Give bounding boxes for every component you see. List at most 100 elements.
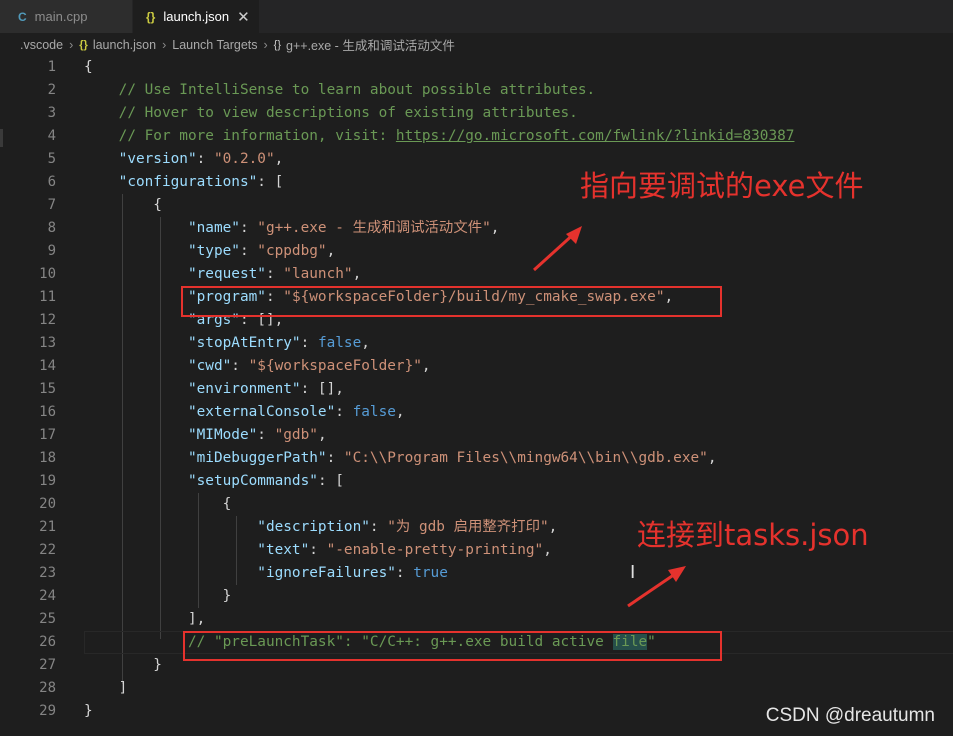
code-text: { [84, 56, 93, 79]
breadcrumb-file[interactable]: launch.json [93, 38, 156, 52]
tab-launch-json[interactable]: {} launch.json ✕ [133, 0, 259, 33]
code-token: true [413, 565, 448, 581]
code-token: , [317, 427, 327, 443]
close-icon[interactable]: ✕ [237, 8, 250, 26]
code-line[interactable]: 3 // Hover to view descriptions of exist… [0, 102, 953, 125]
code-token: : [300, 335, 318, 351]
code-text: "request": "launch", [84, 263, 361, 286]
code-text: "description": "为 gdb 启用整齐打印", [84, 516, 557, 539]
code-line[interactable]: 1{ [0, 56, 953, 79]
prelaunch-highlight-box [183, 631, 722, 661]
code-text: "type": "cppdbg", [84, 240, 335, 263]
watermark: CSDN @dreautumn [765, 705, 935, 726]
line-number: 23 [39, 565, 56, 581]
line-number: 5 [47, 151, 56, 167]
code-token: "0.2.0" [213, 151, 275, 167]
code-text: "ignoreFailures": true [84, 562, 448, 585]
json-file-icon: {} [146, 9, 156, 24]
code-token: "ignoreFailures" [257, 565, 396, 581]
code-token: false [317, 335, 362, 351]
code-text: "name": "g++.exe - 生成和调试活动文件", [84, 217, 499, 240]
code-token: "setupCommands" [187, 473, 318, 489]
code-token: ], [84, 611, 206, 627]
code-token: "MIMode" [187, 427, 258, 443]
code-token: "C:\\Program Files\\mingw64\\bin\\gdb.ex… [343, 450, 708, 466]
code-token: "externalConsole" [187, 404, 336, 420]
code-text: // Use IntelliSense to learn about possi… [84, 79, 596, 102]
code-line[interactable]: 9 "type": "cppdbg", [0, 240, 953, 263]
code-token: : [ [317, 473, 344, 489]
code-token: "type" [187, 243, 240, 259]
line-number: 27 [39, 657, 56, 673]
code-token: : [257, 427, 275, 443]
code-line[interactable]: 16 "externalConsole": false, [0, 401, 953, 424]
line-number: 16 [39, 404, 56, 420]
code-text: // For more information, visit: https://… [84, 125, 795, 148]
code-line[interactable]: 19 "setupCommands": [ [0, 470, 953, 493]
code-token: "text" [257, 542, 310, 558]
code-token: "miDebuggerPath" [187, 450, 327, 466]
code-line[interactable]: 13 "stopAtEntry": false, [0, 332, 953, 355]
code-token: } [84, 703, 93, 719]
breadcrumb-launch-targets[interactable]: Launch Targets [172, 38, 257, 52]
code-token: "cwd" [187, 358, 232, 374]
chevron-right-icon: › [69, 37, 74, 52]
code-line[interactable]: 4 // For more information, visit: https:… [0, 125, 953, 148]
code-line[interactable]: 10 "request": "launch", [0, 263, 953, 286]
code-link[interactable]: https://go.microsoft.com/fwlink/?linkid=… [396, 128, 795, 144]
line-number: 7 [47, 197, 56, 213]
breadcrumb: .vscode › {} launch.json › Launch Target… [0, 33, 953, 56]
code-line[interactable]: 25 ], [0, 608, 953, 631]
code-text: "externalConsole": false, [84, 401, 405, 424]
code-line[interactable]: 15 "environment": [], [0, 378, 953, 401]
tasks-annotation: 连接到tasks.json [637, 518, 869, 552]
line-number: 22 [39, 542, 56, 558]
line-number: 25 [39, 611, 56, 627]
code-line[interactable]: 2 // Use IntelliSense to learn about pos… [0, 79, 953, 102]
code-token: "g++.exe - 生成和调试活动文件" [257, 220, 491, 236]
code-text: "environment": [], [84, 378, 344, 401]
code-token: "version" [118, 151, 197, 167]
code-text: ] [84, 677, 128, 700]
chevron-right-icon: › [263, 37, 268, 52]
line-number: 26 [39, 634, 56, 650]
code-token: , [707, 450, 717, 466]
code-text: "miDebuggerPath": "C:\\Program Files\\mi… [84, 447, 717, 470]
code-text: "configurations": [ [84, 171, 284, 194]
code-token: : [239, 220, 258, 236]
code-token: , [274, 151, 284, 167]
code-token: , [490, 220, 500, 236]
code-line[interactable]: 14 "cwd": "${workspaceFolder}", [0, 355, 953, 378]
code-line[interactable]: 23 "ignoreFailures": true [0, 562, 953, 585]
code-token: "-enable-pretty-printing" [326, 542, 544, 558]
program-highlight-box [181, 286, 722, 317]
code-line[interactable]: 18 "miDebuggerPath": "C:\\Program Files\… [0, 447, 953, 470]
code-token: "description" [257, 519, 370, 535]
breadcrumb-folder[interactable]: .vscode [20, 38, 63, 52]
line-number: 28 [39, 680, 56, 696]
code-line[interactable]: 28 ] [0, 677, 953, 700]
code-token: // Hover to view descriptions of existin… [118, 105, 578, 121]
code-line[interactable]: 24 } [0, 585, 953, 608]
code-line[interactable]: 8 "name": "g++.exe - 生成和调试活动文件", [0, 217, 953, 240]
code-token: : [231, 358, 249, 374]
code-line[interactable]: 17 "MIMode": "gdb", [0, 424, 953, 447]
code-token: { [84, 197, 162, 213]
line-number: 19 [39, 473, 56, 489]
tab-main-cpp[interactable]: C main.cpp [0, 0, 132, 33]
line-number: 12 [39, 312, 56, 328]
text-cursor-icon: I [630, 562, 636, 583]
code-token: : [369, 519, 388, 535]
code-text: // Hover to view descriptions of existin… [84, 102, 578, 125]
breadcrumb-target[interactable]: g++.exe - 生成和调试活动文件 [286, 35, 455, 54]
